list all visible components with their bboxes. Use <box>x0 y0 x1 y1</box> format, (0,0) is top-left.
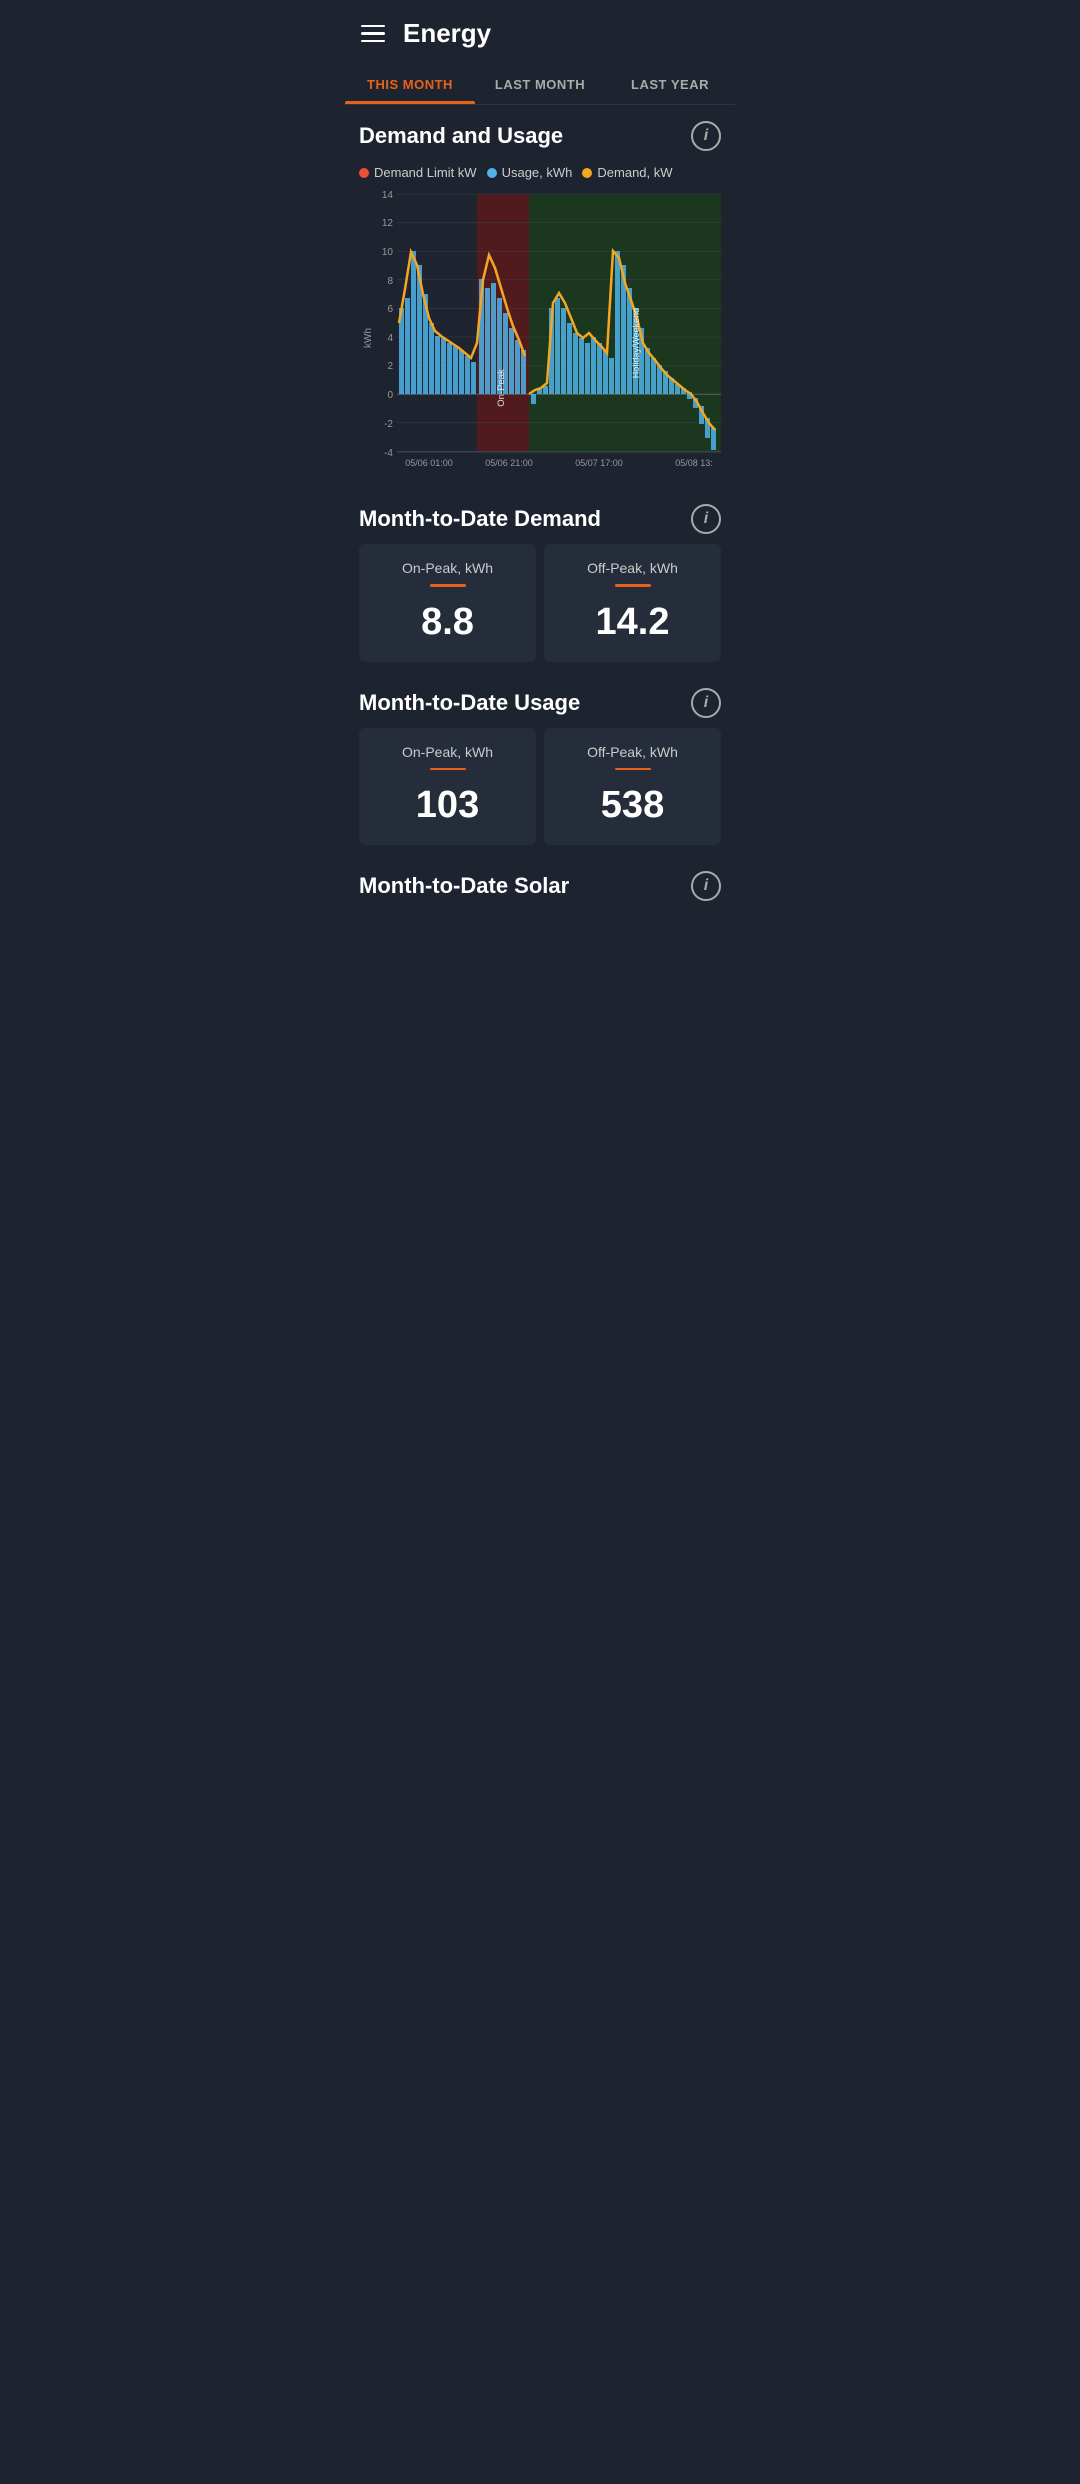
mtd-solar-info-icon[interactable]: i <box>691 871 721 901</box>
demand-usage-chart: 14 12 10 8 6 4 2 0 -2 -4 kWh <box>359 188 721 488</box>
svg-text:05/07 17:00: 05/07 17:00 <box>575 458 623 468</box>
legend-dot-demand <box>582 168 592 178</box>
mtd-usage-off-peak-label: Off-Peak, kWh <box>587 744 678 760</box>
tab-this-month[interactable]: THIS MONTH <box>345 63 475 104</box>
mtd-demand-off-peak-value: 14.2 <box>596 601 670 644</box>
svg-text:-4: -4 <box>384 448 393 459</box>
demand-usage-title: Demand and Usage <box>359 123 563 149</box>
demand-usage-chart-container: 14 12 10 8 6 4 2 0 -2 -4 kWh <box>345 188 735 488</box>
svg-text:6: 6 <box>387 304 393 315</box>
tab-last-year[interactable]: LAST YEAR <box>605 63 735 104</box>
mtd-demand-off-peak-card: Off-Peak, kWh 14.2 <box>544 544 721 662</box>
tab-bar: THIS MONTH LAST MONTH LAST YEAR <box>345 63 735 105</box>
mtd-demand-on-peak-underline <box>430 584 466 587</box>
svg-text:05/06 01:00: 05/06 01:00 <box>405 458 453 468</box>
svg-text:12: 12 <box>382 218 394 229</box>
mtd-demand-title: Month-to-Date Demand <box>359 506 601 532</box>
demand-usage-info-icon[interactable]: i <box>691 121 721 151</box>
mtd-usage-off-peak-value: 538 <box>601 784 664 827</box>
mtd-solar-header: Month-to-Date Solar i <box>345 855 735 911</box>
mtd-demand-on-peak-label: On-Peak, kWh <box>402 560 493 576</box>
svg-text:kWh: kWh <box>363 328 374 348</box>
svg-text:-2: -2 <box>384 419 393 430</box>
mtd-demand-off-peak-label: Off-Peak, kWh <box>587 560 678 576</box>
mtd-usage-header: Month-to-Date Usage i <box>345 672 735 728</box>
svg-text:05/06 21:00: 05/06 21:00 <box>485 458 533 468</box>
mtd-demand-on-peak-value: 8.8 <box>421 601 474 644</box>
tab-last-month[interactable]: LAST MONTH <box>475 63 605 104</box>
mtd-solar-title: Month-to-Date Solar <box>359 873 569 899</box>
mtd-demand-cards: On-Peak, kWh 8.8 Off-Peak, kWh 14.2 <box>345 544 735 672</box>
svg-text:On-Peak: On-Peak <box>496 369 507 407</box>
mtd-demand-off-peak-underline <box>615 584 651 587</box>
svg-text:4: 4 <box>387 333 393 344</box>
legend-dot-demand-limit <box>359 168 369 178</box>
chart-svg: 14 12 10 8 6 4 2 0 -2 -4 kWh <box>359 188 721 488</box>
svg-text:Holiday/Weekend: Holiday/Weekend <box>631 308 641 378</box>
svg-text:8: 8 <box>387 276 393 287</box>
mtd-usage-cards: On-Peak, kWh 103 Off-Peak, kWh 538 <box>345 728 735 856</box>
mtd-usage-info-icon[interactable]: i <box>691 688 721 718</box>
hamburger-menu[interactable] <box>361 25 385 43</box>
svg-text:10: 10 <box>382 247 394 258</box>
app-title: Energy <box>403 18 491 49</box>
mtd-usage-on-peak-underline <box>430 768 466 771</box>
svg-text:0: 0 <box>387 390 393 401</box>
mtd-usage-on-peak-card: On-Peak, kWh 103 <box>359 728 536 846</box>
chart-legend: Demand Limit kW Usage, kWh Demand, kW <box>345 161 735 188</box>
demand-usage-header: Demand and Usage i <box>345 105 735 161</box>
mtd-usage-title: Month-to-Date Usage <box>359 690 580 716</box>
mtd-usage-on-peak-label: On-Peak, kWh <box>402 744 493 760</box>
mtd-demand-on-peak-card: On-Peak, kWh 8.8 <box>359 544 536 662</box>
svg-text:14: 14 <box>382 190 394 201</box>
legend-dot-usage <box>487 168 497 178</box>
mtd-usage-on-peak-value: 103 <box>416 784 479 827</box>
mtd-usage-off-peak-underline <box>615 768 651 771</box>
header: Energy <box>345 0 735 63</box>
svg-text:05/08 13:: 05/08 13: <box>675 458 713 468</box>
legend-demand-limit: Demand Limit kW <box>359 165 477 180</box>
mtd-usage-off-peak-card: Off-Peak, kWh 538 <box>544 728 721 846</box>
legend-demand: Demand, kW <box>582 165 672 180</box>
mtd-demand-header: Month-to-Date Demand i <box>345 488 735 544</box>
svg-text:2: 2 <box>387 361 393 372</box>
mtd-demand-info-icon[interactable]: i <box>691 504 721 534</box>
legend-usage: Usage, kWh <box>487 165 573 180</box>
